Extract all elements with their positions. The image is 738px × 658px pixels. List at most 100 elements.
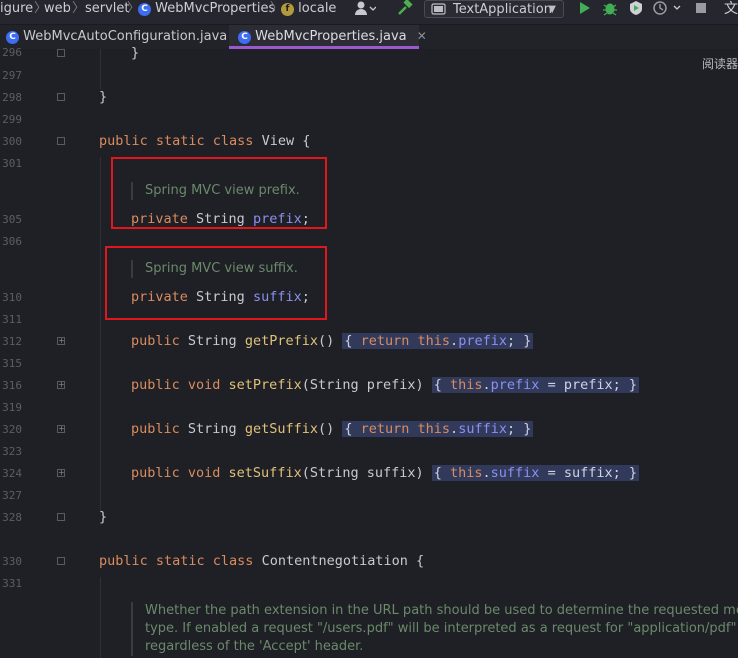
folded-body[interactable]: { this.prefix = prefix; } xyxy=(431,377,639,393)
type-name: String xyxy=(187,333,245,349)
indent-guide xyxy=(100,157,101,513)
run-config-icon xyxy=(431,1,447,23)
line-number: 296 xyxy=(2,46,22,59)
type-name: String xyxy=(187,421,245,437)
run-icon[interactable] xyxy=(578,0,592,18)
fold-marker-icon[interactable] xyxy=(57,49,65,57)
profiler-icon[interactable] xyxy=(652,0,682,18)
field-icon: f xyxy=(281,3,294,16)
keyword: public xyxy=(131,421,188,437)
line-number: 301 xyxy=(2,157,22,170)
breadcrumb-item-field[interactable]: f locale xyxy=(281,0,336,24)
punctuation: = prefix; } xyxy=(539,377,637,393)
run-config-label: TextApplication xyxy=(453,2,552,17)
class-name: View { xyxy=(261,133,311,149)
breadcrumb-item-class[interactable]: C WebMvcProperties xyxy=(138,0,275,24)
breadcrumb-item-configure[interactable]: igure xyxy=(0,0,33,24)
user-icon[interactable] xyxy=(354,0,377,18)
keyword: public void xyxy=(131,465,229,481)
code-editor[interactable]: 阅读器 296 297 298 299 300 301 305 306 310 … xyxy=(0,45,738,658)
punctuation: { xyxy=(344,421,361,437)
punctuation: . xyxy=(450,421,459,437)
doc-comment-line: regardless of the 'Accept' header. xyxy=(145,639,364,654)
keyword: this xyxy=(417,421,451,437)
keyword: return xyxy=(360,421,418,437)
fold-marker-icon[interactable]: + xyxy=(57,337,65,345)
run-configuration-select[interactable]: TextApplication ▼ xyxy=(424,0,564,18)
keyword: this xyxy=(450,465,483,481)
indent-guide xyxy=(100,49,101,89)
line-number: 315 xyxy=(2,357,22,370)
tab-webmvcautoconfiguration[interactable]: C WebMvcAutoConfiguration.java ✕ xyxy=(0,25,247,49)
class-name: Contentnegotiation { xyxy=(261,553,425,569)
line-number: 319 xyxy=(2,401,22,414)
debug-icon[interactable] xyxy=(602,0,618,18)
keyword: public xyxy=(131,333,188,349)
keyword: public static class xyxy=(99,133,262,149)
line-number: 300 xyxy=(2,135,22,148)
code-line-class-contentnegotiation: public static class Contentnegotiation { xyxy=(99,552,424,570)
punctuation: = suffix; } xyxy=(539,465,637,481)
tab-label: WebMvcProperties.java xyxy=(255,29,407,44)
line-number: 299 xyxy=(2,113,22,126)
editor-tab-bar: C WebMvcAutoConfiguration.java ✕ C WebMv… xyxy=(0,25,738,50)
line-number: 330 xyxy=(2,555,22,568)
fold-marker-icon[interactable] xyxy=(57,513,65,521)
field-name: suffix xyxy=(458,421,507,437)
reader-mode-toggle[interactable]: 阅读器 xyxy=(702,55,738,72)
fold-marker-icon[interactable]: + xyxy=(57,425,65,433)
keyword: public void xyxy=(131,377,229,393)
folded-body[interactable]: { this.suffix = suffix; } xyxy=(431,465,639,481)
close-icon[interactable]: ✕ xyxy=(417,29,427,43)
line-number: 320 xyxy=(2,423,22,436)
class-icon: C xyxy=(138,3,151,16)
fold-marker-icon[interactable] xyxy=(57,557,65,565)
fold-marker-icon[interactable]: + xyxy=(57,381,65,389)
parameters: (String suffix) xyxy=(301,465,432,481)
keyword: this xyxy=(450,377,483,393)
stop-icon[interactable] xyxy=(695,0,709,18)
punctuation: . xyxy=(450,333,459,349)
coverage-icon[interactable] xyxy=(628,0,644,18)
parameters: (String prefix) xyxy=(301,377,432,393)
punctuation: { xyxy=(433,465,451,481)
breadcrumb-field-label: locale xyxy=(298,1,337,16)
keyword: public static class xyxy=(99,553,262,569)
tab-webmvcproperties[interactable]: C WebMvcProperties.java ✕ xyxy=(229,25,427,49)
code-line: } xyxy=(99,89,108,105)
fold-marker-icon[interactable]: + xyxy=(57,469,65,477)
method-name: setSuffix xyxy=(228,465,302,481)
class-icon: C xyxy=(238,31,251,44)
doc-comment-line: Whether the path extension in the URL pa… xyxy=(145,603,738,618)
folded-body[interactable]: { return this.prefix; } xyxy=(342,333,534,349)
punctuation: () xyxy=(317,333,343,349)
doc-comment: Whether the path extension in the URL pa… xyxy=(131,602,738,656)
line-number-gutter: 296 297 298 299 300 301 305 306 310 311 … xyxy=(0,46,50,658)
breadcrumb-item-servlet[interactable]: servlet xyxy=(85,0,130,24)
line-number: 310 xyxy=(2,291,22,304)
code-line-setsuffix: public void setSuffix(String suffix) { t… xyxy=(131,464,639,482)
line-number: 324 xyxy=(2,467,22,480)
doc-comment-line: type. If enabled a request "/users.pdf" … xyxy=(145,621,737,636)
fold-marker-icon[interactable] xyxy=(57,93,65,101)
line-number: 305 xyxy=(2,213,22,226)
class-icon: C xyxy=(6,31,19,44)
folded-body[interactable]: { return this.suffix; } xyxy=(342,421,534,437)
tab-label: WebMvcAutoConfiguration.java xyxy=(23,29,228,44)
code-line: } xyxy=(131,45,140,61)
code-line-getsuffix: public String getSuffix() { return this.… xyxy=(131,420,534,438)
breadcrumb-item-web[interactable]: web xyxy=(44,0,71,24)
highlight-box-suffix xyxy=(105,246,327,320)
line-number: 331 xyxy=(2,577,22,590)
build-hammer-icon[interactable] xyxy=(396,0,414,18)
line-number: 316 xyxy=(2,379,22,392)
method-name: getSuffix xyxy=(244,421,318,437)
breadcrumb-separator: 〉 xyxy=(72,1,86,16)
highlight-box-prefix xyxy=(111,157,327,229)
translate-icon[interactable]: 文 xyxy=(724,0,738,18)
punctuation: . xyxy=(482,465,491,481)
fold-marker-icon[interactable] xyxy=(57,137,65,145)
line-number: 323 xyxy=(2,445,22,458)
punctuation: . xyxy=(482,377,491,393)
code-line-setprefix: public void setPrefix(String prefix) { t… xyxy=(131,376,639,394)
